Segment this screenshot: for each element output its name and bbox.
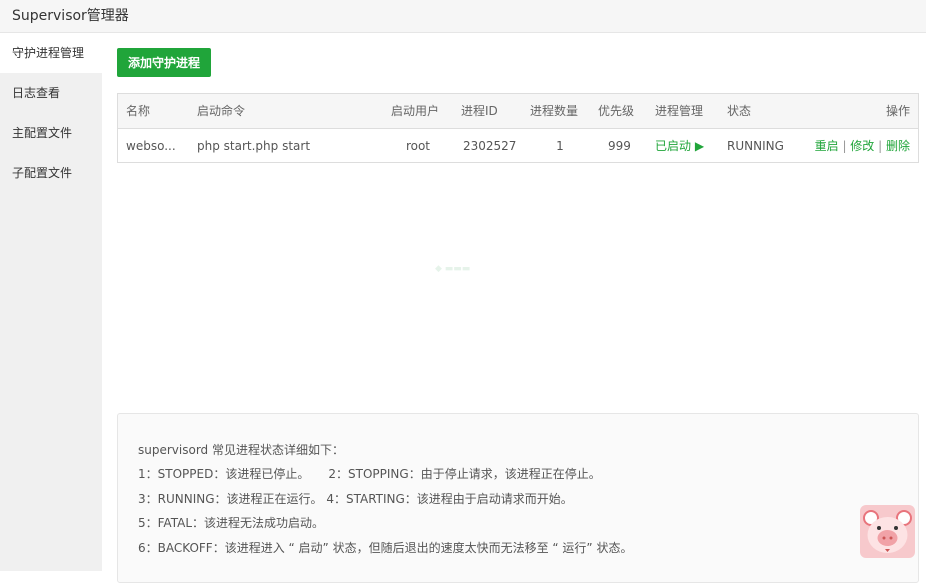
delete-link[interactable]: 删除 [886,139,910,153]
col-status: 状态 [727,104,752,118]
info-line: 1：STOPPED：该进程已停止。 2：STOPPING：由于停止请求，该进程正… [138,467,601,482]
cell-name: webso... [126,139,176,153]
info-line: supervisord 常见进程状态详细如下： [138,443,344,457]
cell-pid: 2302527 [463,139,517,153]
sidebar-item-log-view[interactable]: 日志查看 [0,73,102,113]
sidebar-item-main-config[interactable]: 主配置文件 [0,113,102,153]
process-table: 名称 启动命令 启动用户 进程ID 进程数量 优先级 进程管理 状态 操作 we… [117,93,919,163]
sidebar-item-sub-config[interactable]: 子配置文件 [0,153,102,193]
col-ops: 操作 [885,104,910,118]
col-count: 进程数量 [530,104,579,118]
col-manage: 进程管理 [655,104,704,118]
table-row: webso... php start.php start root 230252… [118,129,918,163]
col-priority: 优先级 [598,104,635,118]
info-line: 3：RUNNING：该进程正在运行。 4：STARTING：该进程由于启动请求而… [138,491,573,506]
cell-command: php start.php start [197,139,311,153]
sidebar-item-process-manage[interactable]: 守护进程管理 [0,33,102,73]
info-line: 6：BACKOFF：该进程进入 “ 启动” 状态，但随后退出的速度太快而无法移至… [138,540,633,555]
cell-user: root [405,139,430,153]
restart-link[interactable]: 重启 [815,139,839,153]
add-daemon-button[interactable]: 添加守护进程 [117,48,211,77]
separator: | [838,139,851,153]
status-info-panel: supervisord 常见进程状态详细如下： 1：STOPPED：该进程已停止… [117,413,919,583]
col-command: 启动命令 [197,104,246,118]
cell-count: 1 [556,139,564,153]
col-name: 名称 [126,104,151,118]
edit-link[interactable]: 修改 [850,139,874,153]
col-user: 启动用户 [390,104,439,118]
cell-status: RUNNING [727,139,784,153]
table-header: 名称 启动命令 启动用户 进程ID 进程数量 优先级 进程管理 状态 操作 [118,94,918,129]
cell-priority: 999 [608,139,631,153]
cell-ops: 重启 | 修改 | 删除 [815,129,910,163]
sidebar: 守护进程管理 日志查看 主配置文件 子配置文件 [0,33,102,571]
col-pid: 进程ID [461,104,498,118]
watermark-logo: ◆ ▬▬▬ [435,264,471,274]
pig-mascot-icon[interactable] [860,505,915,558]
info-line: 5：FATAL：该进程无法成功启动。 [138,516,325,531]
separator: | [874,139,886,153]
app-title: Supervisor管理器 [0,0,926,33]
process-started-toggle[interactable]: 已启动 ▶ [655,129,704,163]
